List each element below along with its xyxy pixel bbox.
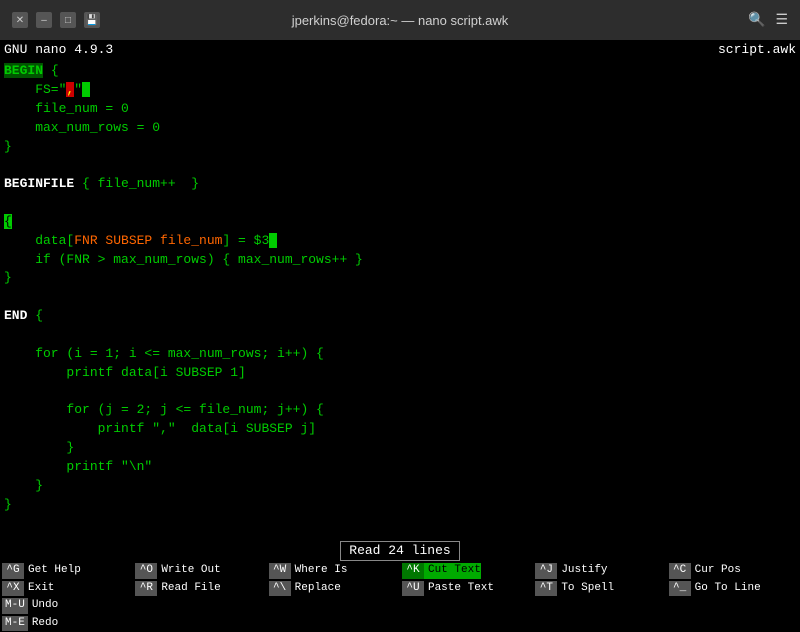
shortcut-replace: ^\ Replace	[267, 580, 400, 597]
code-line: }	[4, 269, 796, 288]
key-ctrl-x: ^X	[2, 581, 24, 596]
key-ctrl-underscore: ^_	[669, 581, 691, 596]
code-line: }	[4, 138, 796, 157]
code-line: if (FNR > max_num_rows) { max_num_rows++…	[4, 251, 796, 270]
key-ctrl-g: ^G	[2, 563, 24, 578]
code-line: BEGINFILE { file_num++ }	[4, 175, 796, 194]
titlebar-actions: 🔍 ☰	[748, 12, 788, 29]
label-paste-text: Paste Text	[424, 581, 494, 596]
code-line: printf "\n"	[4, 458, 796, 477]
nano-version: GNU nano 4.9.3	[4, 41, 113, 59]
code-line: printf "," data[i SUBSEP j]	[4, 420, 796, 439]
shortcut-help: ^G Get Help ^X Exit	[0, 562, 133, 597]
maximize-button[interactable]: □	[60, 12, 76, 28]
code-line: printf data[i SUBSEP 1]	[4, 364, 796, 383]
shortcut-exit: ^X Exit	[0, 580, 133, 597]
label-to-spell: To Spell	[557, 581, 614, 596]
key-ctrl-t: ^T	[535, 581, 557, 596]
label-justify: Justify	[557, 563, 607, 578]
shortcut-cur-pos: ^C Cur Pos	[667, 562, 800, 579]
code-area[interactable]: BEGIN { FS="," file_num = 0 max_num_rows…	[0, 60, 800, 540]
nano-filename: script.awk	[718, 41, 796, 59]
shortcut-cut-text: ^K Cut Text	[400, 562, 533, 579]
shortcut-get-help: ^G Get Help	[0, 562, 133, 579]
key-ctrl-w: ^W	[269, 563, 291, 578]
save-button[interactable]: 💾	[84, 12, 100, 28]
code-line: data[FNR SUBSEP file_num] = $3	[4, 232, 796, 251]
search-icon[interactable]: 🔍	[748, 12, 765, 29]
shortcut-where-is: ^W Where Is	[267, 562, 400, 579]
nano-header: GNU nano 4.9.3 script.awk	[0, 40, 800, 60]
label-go-to-line: Go To Line	[691, 581, 761, 596]
label-cut-text: Cut Text	[424, 563, 481, 578]
shortcut-write-out: ^O Write Out	[133, 562, 266, 579]
code-line	[4, 288, 796, 307]
window-title: jperkins@fedora:~ — nano script.awk	[292, 13, 509, 28]
label-read-file: Read File	[157, 581, 220, 596]
label-write-out: Write Out	[157, 563, 220, 578]
label-replace: Replace	[291, 581, 341, 596]
key-ctrl-j: ^J	[535, 563, 557, 578]
key-meta-u: M-U	[2, 598, 28, 613]
shortcut-undo: M-U Undo M-E Redo	[0, 597, 133, 632]
nano-shortcuts: ^G Get Help ^X Exit ^O Write Out ^R Read…	[0, 562, 800, 632]
code-line	[4, 156, 796, 175]
shortcut-undo-row: M-U Undo	[0, 597, 133, 614]
key-ctrl-o: ^O	[135, 563, 157, 578]
shortcut-go-to-line: ^_ Go To Line	[667, 580, 800, 597]
close-button[interactable]: ✕	[12, 12, 28, 28]
titlebar: ✕ – □ 💾 jperkins@fedora:~ — nano script.…	[0, 0, 800, 40]
code-line: for (i = 1; i <= max_num_rows; i++) {	[4, 345, 796, 364]
titlebar-controls: ✕ – □ 💾	[12, 12, 100, 28]
shortcut-pos: ^C Cur Pos ^_ Go To Line	[667, 562, 800, 597]
shortcut-paste-text: ^U Paste Text	[400, 580, 533, 597]
shortcut-justify: ^J Justify ^T To Spell	[533, 562, 666, 597]
minimize-button[interactable]: –	[36, 12, 52, 28]
label-where-is: Where Is	[291, 563, 348, 578]
nano-status: Read 24 lines	[0, 540, 800, 562]
code-line: file_num = 0	[4, 100, 796, 119]
status-message: Read 24 lines	[340, 541, 459, 561]
code-line: BEGIN {	[4, 62, 796, 81]
code-line	[4, 326, 796, 345]
shortcut-cut: ^K Cut Text ^U Paste Text	[400, 562, 533, 597]
label-redo: Redo	[28, 616, 58, 631]
menu-icon[interactable]: ☰	[775, 12, 788, 29]
code-line	[4, 383, 796, 402]
code-line: FS=","	[4, 81, 796, 100]
code-line: }	[4, 477, 796, 496]
shortcut-search: ^W Where Is ^\ Replace	[267, 562, 400, 597]
code-line: max_num_rows = 0	[4, 119, 796, 138]
shortcut-justify: ^J Justify	[533, 562, 666, 579]
code-line	[4, 194, 796, 213]
shortcut-redo-row: M-E Redo	[0, 615, 133, 632]
key-ctrl-k: ^K	[402, 563, 424, 578]
code-line: }	[4, 496, 796, 515]
code-line: {	[4, 213, 796, 232]
code-line: for (j = 2; j <= file_num; j++) {	[4, 401, 796, 420]
nano-editor: GNU nano 4.9.3 script.awk BEGIN { FS=","…	[0, 40, 800, 632]
key-ctrl-backslash: ^\	[269, 581, 291, 596]
key-meta-e: M-E	[2, 616, 28, 631]
shortcut-write: ^O Write Out ^R Read File	[133, 562, 266, 597]
label-get-help: Get Help	[24, 563, 81, 578]
shortcut-to-spell: ^T To Spell	[533, 580, 666, 597]
label-undo: Undo	[28, 598, 58, 613]
key-ctrl-r: ^R	[135, 581, 157, 596]
key-ctrl-u: ^U	[402, 581, 424, 596]
key-ctrl-c: ^C	[669, 563, 691, 578]
label-exit: Exit	[24, 581, 54, 596]
shortcut-read-file: ^R Read File	[133, 580, 266, 597]
code-line: }	[4, 439, 796, 458]
code-line: END {	[4, 307, 796, 326]
label-cur-pos: Cur Pos	[691, 563, 741, 578]
